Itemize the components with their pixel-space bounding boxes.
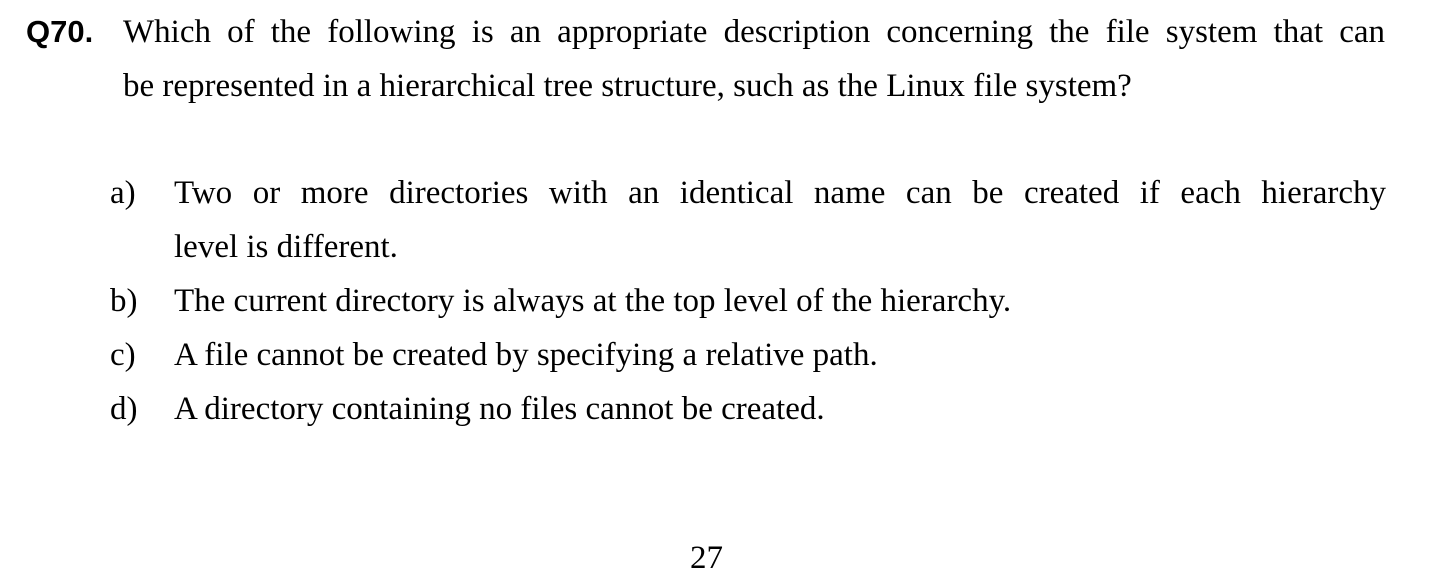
option-a-label: a) <box>110 175 136 211</box>
question-text-line-2: be represented in a hierarchical tree st… <box>123 68 1132 104</box>
page-number: 27 <box>690 540 723 576</box>
option-c-label: c) <box>110 337 136 373</box>
option-c-text: A file cannot be created by specifying a… <box>174 337 878 373</box>
option-d-label: d) <box>110 391 138 427</box>
option-a-text-line-2: level is different. <box>174 229 398 265</box>
option-a-text-line-1: Two or more directories with an identica… <box>174 175 1386 211</box>
question-number: Q70. <box>26 14 94 49</box>
option-b-text: The current directory is always at the t… <box>174 283 1012 319</box>
option-d-text: A directory containing no files cannot b… <box>174 391 825 427</box>
question-text-line-1: Which of the following is an appropriate… <box>123 14 1385 50</box>
option-b-label: b) <box>110 283 138 319</box>
